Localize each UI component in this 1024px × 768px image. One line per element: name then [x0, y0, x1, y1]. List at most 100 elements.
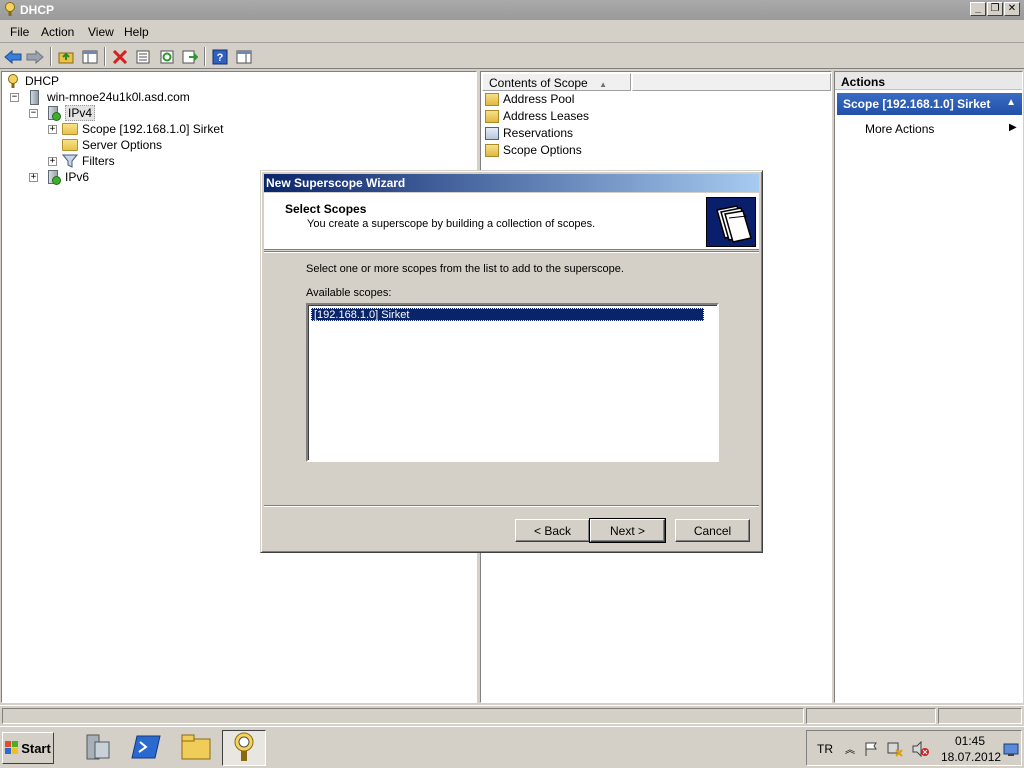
tree-item-ipv6[interactable]: IPv6 [46, 169, 89, 185]
help-icon[interactable]: ? [210, 47, 230, 66]
wizard-title-bar[interactable]: New Superscope Wizard [264, 174, 759, 192]
list-item-address-pool[interactable]: Address Pool [485, 91, 574, 107]
powershell-taskbar-button[interactable] [124, 730, 168, 766]
wizard-header: Select Scopes You create a superscope by… [264, 193, 759, 250]
window-title: DHCP [20, 3, 55, 17]
action-center-flag-icon[interactable] [863, 741, 879, 760]
actions-header: Actions [835, 72, 1022, 90]
column-header-label: Contents of Scope [489, 76, 588, 90]
tree-item-scope[interactable]: Scope [192.168.1.0] Sirket [62, 121, 223, 137]
language-indicator[interactable]: TR [817, 742, 833, 756]
list-item-scope-options[interactable]: Scope Options [485, 142, 582, 158]
filter-icon [61, 154, 79, 168]
server-icon [30, 89, 39, 105]
list-item-reservations[interactable]: Reservations [485, 125, 573, 141]
tree-label-dhcp: DHCP [25, 74, 60, 88]
scope-list-item[interactable]: [192.168.1.0] Sirket [311, 308, 704, 321]
wizard-heading: Select Scopes [285, 202, 367, 216]
close-button[interactable]: ✕ [1004, 2, 1020, 16]
back-button[interactable]: < Back [515, 519, 590, 542]
more-actions-item[interactable]: More Actions [865, 122, 934, 136]
expand-ipv6-toggle[interactable]: + [29, 173, 38, 182]
collapse-server-toggle[interactable]: − [10, 93, 19, 102]
show-hidden-icons-chevron-icon[interactable]: ︽ [845, 741, 855, 756]
clock-date[interactable]: 18.07.2012 [941, 750, 1001, 764]
maximize-button[interactable]: ❐ [987, 2, 1003, 16]
ipv4-icon [48, 106, 61, 121]
column-header-empty[interactable] [632, 73, 831, 91]
back-arrow-icon[interactable] [3, 47, 23, 66]
sort-ascending-icon: ▲ [599, 80, 607, 89]
list-label: Address Leases [503, 109, 590, 123]
new-superscope-wizard-dialog: New Superscope Wizard Select Scopes You … [260, 170, 763, 553]
scope-folder-icon [62, 123, 78, 135]
collapse-section-icon: ▲ [1006, 97, 1016, 108]
dhcp-icon [5, 73, 21, 89]
tree-item-ipv4[interactable]: IPv4 [46, 105, 96, 121]
show-desktop-icon[interactable] [1003, 743, 1019, 760]
menu-action[interactable]: Action [41, 25, 74, 39]
list-label: Address Pool [503, 92, 575, 106]
status-cell-main [2, 708, 804, 724]
status-cell-2 [806, 708, 936, 724]
speaker-muted-icon[interactable] [911, 740, 929, 760]
powershell-icon [131, 734, 161, 763]
expand-scope-toggle[interactable]: + [48, 125, 57, 134]
show-hide-tree-icon[interactable] [80, 47, 100, 66]
next-button[interactable]: Next > [589, 518, 666, 543]
available-scopes-list[interactable]: [192.168.1.0] Sirket [306, 303, 719, 462]
delete-icon[interactable] [110, 47, 130, 66]
clock-time[interactable]: 01:45 [955, 734, 985, 748]
minimize-button[interactable]: _ [970, 2, 986, 16]
dhcp-app-icon [3, 2, 17, 17]
tree-label-server-options: Server Options [82, 138, 163, 152]
wizard-folders-icon [706, 197, 756, 247]
show-action-pane-icon[interactable] [234, 47, 254, 66]
export-list-icon[interactable] [180, 47, 200, 66]
toolbar-separator [50, 47, 52, 66]
tree-label-ipv4: IPv4 [65, 105, 96, 121]
start-label: Start [21, 740, 51, 756]
actions-section-title: Scope [192.168.1.0] Sirket [843, 97, 991, 111]
collapse-ipv4-toggle[interactable]: − [29, 109, 38, 118]
list-label: Reservations [503, 126, 574, 140]
menu-file[interactable]: File [10, 25, 29, 39]
cancel-button[interactable]: Cancel [675, 519, 750, 542]
expand-filters-toggle[interactable]: + [48, 157, 57, 166]
column-header-contents[interactable]: Contents of Scope ▲ [482, 73, 631, 91]
wizard-title: New Superscope Wizard [266, 176, 406, 190]
server-manager-taskbar-button[interactable] [74, 730, 118, 766]
dhcp-taskbar-icon [229, 731, 259, 766]
wizard-footer-divider [264, 505, 759, 507]
explorer-taskbar-button[interactable] [174, 730, 218, 766]
menu-help[interactable]: Help [124, 25, 149, 39]
tree-item-server-options[interactable]: Server Options [62, 137, 162, 153]
up-folder-icon[interactable] [56, 47, 76, 66]
system-tray: TR ︽ 01:45 18.07.2012 [806, 730, 1022, 766]
actions-section-scope[interactable]: Scope [192.168.1.0] Sirket ▲ [837, 93, 1022, 115]
actions-pane: Actions Scope [192.168.1.0] Sirket ▲ Mor… [834, 71, 1023, 703]
list-label: Scope Options [503, 143, 582, 157]
menu-view[interactable]: View [88, 25, 114, 39]
start-button[interactable]: Start [2, 732, 54, 764]
tree-item-filters[interactable]: Filters [61, 153, 115, 169]
forward-arrow-icon[interactable] [25, 47, 45, 66]
window-title-bar[interactable]: DHCP _ ❐ ✕ [0, 0, 1024, 20]
status-bar [0, 705, 1024, 725]
wizard-header-divider [264, 251, 759, 253]
dhcp-taskbar-button[interactable] [222, 730, 266, 766]
network-icon[interactable] [887, 741, 903, 760]
status-cell-3 [938, 708, 1022, 724]
toolbar: ? [0, 44, 1024, 69]
tree-item-server[interactable]: win-mnoe24u1k0l.asd.com [27, 89, 190, 105]
available-scopes-label: Available scopes: [306, 287, 392, 299]
svg-text:?: ? [217, 52, 224, 64]
toolbar-separator [104, 47, 106, 66]
server-options-icon [62, 139, 78, 151]
submenu-arrow-icon: ▶ [1009, 122, 1017, 133]
list-item-address-leases[interactable]: Address Leases [485, 108, 589, 124]
refresh-icon[interactable] [157, 47, 177, 66]
properties-icon[interactable] [133, 47, 153, 66]
taskbar: Start TR ︽ 01:45 18.07.2012 [0, 726, 1024, 768]
tree-item-dhcp[interactable]: DHCP [5, 73, 59, 89]
